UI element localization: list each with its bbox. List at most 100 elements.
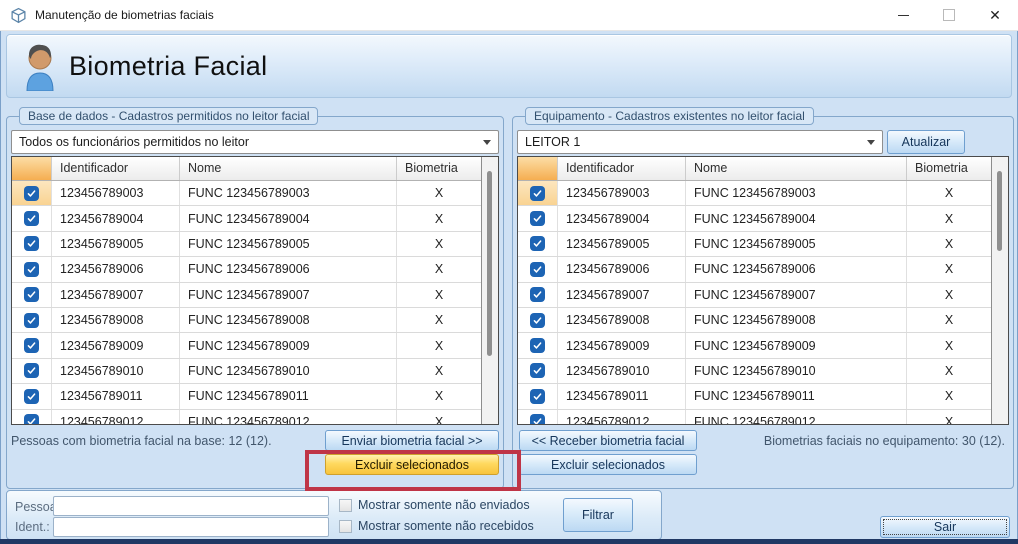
checkbox-checked-icon[interactable] [24, 211, 39, 227]
database-table: Identificador Nome Biometria 12345678900… [11, 156, 499, 425]
table-row[interactable]: 123456789008 FUNC 123456789008 X [518, 307, 991, 334]
refresh-button[interactable]: Atualizar [887, 130, 965, 154]
pessoa-input[interactable] [53, 496, 329, 516]
row-checkbox-cell[interactable] [518, 282, 558, 307]
table-row[interactable]: 123456789012 FUNC 123456789012 X [518, 409, 991, 424]
chevron-down-icon[interactable] [483, 139, 491, 145]
exit-button[interactable]: Sair [880, 516, 1010, 538]
table-row[interactable]: 123456789007 FUNC 123456789007 X [12, 282, 481, 308]
checkbox-checked-icon[interactable] [24, 185, 39, 201]
table-row[interactable]: 123456789005 FUNC 123456789005 X [518, 231, 991, 258]
checkbox-unchecked-icon[interactable] [339, 519, 352, 533]
table-row[interactable]: 123456789010 FUNC 123456789010 X [518, 358, 991, 385]
table-body: 123456789003 FUNC 123456789003 X 1234567… [518, 181, 991, 424]
checkbox-checked-icon[interactable] [530, 388, 545, 404]
checkbox-checked-icon[interactable] [530, 338, 545, 354]
checkbox-checked-icon[interactable] [530, 363, 545, 379]
row-checkbox-cell[interactable] [518, 384, 558, 409]
checkbox-unchecked-icon[interactable] [339, 498, 352, 512]
row-checkbox-cell[interactable] [12, 384, 52, 409]
table-row[interactable]: 123456789006 FUNC 123456789006 X [12, 257, 481, 283]
row-checkbox-cell[interactable] [518, 307, 558, 333]
show-not-sent-checkbox-row[interactable]: Mostrar somente não enviados [339, 498, 530, 512]
row-checkbox-cell[interactable] [12, 307, 52, 333]
table-row[interactable]: 123456789007 FUNC 123456789007 X [518, 282, 991, 308]
row-checkbox-cell[interactable] [12, 333, 52, 358]
vertical-scrollbar[interactable] [991, 157, 1008, 424]
checkbox-checked-icon[interactable] [530, 287, 545, 303]
maximize-button[interactable] [926, 0, 972, 30]
column-identificador[interactable]: Identificador [52, 157, 180, 180]
scrollbar-thumb[interactable] [997, 171, 1002, 251]
checkbox-checked-icon[interactable] [530, 236, 545, 252]
table-row[interactable]: 123456789006 FUNC 123456789006 X [518, 257, 991, 283]
checkbox-checked-icon[interactable] [24, 338, 39, 354]
column-biometria[interactable]: Biometria [907, 157, 991, 180]
row-checkbox-cell[interactable] [518, 257, 558, 282]
checkbox-checked-icon[interactable] [24, 261, 39, 277]
scrollbar-thumb[interactable] [487, 171, 492, 356]
checkbox-checked-icon[interactable] [24, 236, 39, 252]
delete-selected-database-button[interactable]: Excluir selecionados [325, 454, 499, 475]
select-all-header-cell[interactable] [12, 157, 52, 180]
checkbox-checked-icon[interactable] [24, 312, 39, 328]
row-checkbox-cell[interactable] [12, 409, 52, 424]
row-checkbox-cell[interactable] [12, 206, 52, 231]
ident-input[interactable] [53, 517, 329, 537]
employee-filter-dropdown[interactable]: Todos os funcionários permitidos no leit… [11, 130, 499, 154]
checkbox-checked-icon[interactable] [530, 414, 545, 424]
filter-button[interactable]: Filtrar [563, 498, 633, 532]
delete-selected-database-label: Excluir selecionados [355, 457, 469, 472]
row-checkbox-cell[interactable] [518, 206, 558, 231]
vertical-scrollbar[interactable] [481, 157, 498, 424]
checkbox-checked-icon[interactable] [530, 261, 545, 277]
row-checkbox-cell[interactable] [518, 409, 558, 424]
column-biometria[interactable]: Biometria [397, 157, 481, 180]
row-checkbox-cell[interactable] [12, 358, 52, 384]
table-row[interactable]: 123456789008 FUNC 123456789008 X [12, 307, 481, 334]
reader-dropdown[interactable]: LEITOR 1 [517, 130, 883, 154]
cell-biometria: X [944, 211, 954, 226]
show-not-received-label: Mostrar somente não recebidos [358, 519, 534, 533]
table-row[interactable]: 123456789004 FUNC 123456789004 X [12, 206, 481, 232]
table-row[interactable]: 123456789012 FUNC 123456789012 X [12, 409, 481, 424]
close-button[interactable]: ✕ [972, 0, 1018, 30]
table-row[interactable]: 123456789009 FUNC 123456789009 X [12, 333, 481, 359]
row-checkbox-cell[interactable] [12, 181, 52, 206]
table-row[interactable]: 123456789004 FUNC 123456789004 X [518, 206, 991, 232]
row-checkbox-cell[interactable] [12, 231, 52, 257]
delete-selected-equipment-button[interactable]: Excluir selecionados [519, 454, 697, 475]
chevron-down-icon[interactable] [867, 139, 875, 145]
employee-filter-value: Todos os funcionários permitidos no leit… [19, 135, 249, 149]
checkbox-checked-icon[interactable] [530, 211, 545, 227]
table-row[interactable]: 123456789009 FUNC 123456789009 X [518, 333, 991, 359]
checkbox-checked-icon[interactable] [530, 312, 545, 328]
table-row[interactable]: 123456789010 FUNC 123456789010 X [12, 358, 481, 385]
user-icon [26, 44, 54, 91]
checkbox-checked-icon[interactable] [24, 287, 39, 303]
select-all-header-cell[interactable] [518, 157, 558, 180]
row-checkbox-cell[interactable] [518, 231, 558, 257]
checkbox-checked-icon[interactable] [24, 388, 39, 404]
table-row[interactable]: 123456789003 FUNC 123456789003 X [12, 181, 481, 207]
minimize-button[interactable] [880, 0, 926, 30]
checkbox-checked-icon[interactable] [530, 185, 545, 201]
table-row[interactable]: 123456789011 FUNC 123456789011 X [518, 384, 991, 410]
checkbox-checked-icon[interactable] [24, 363, 39, 379]
column-nome[interactable]: Nome [180, 157, 397, 180]
row-checkbox-cell[interactable] [518, 358, 558, 384]
row-checkbox-cell[interactable] [12, 282, 52, 307]
row-checkbox-cell[interactable] [12, 257, 52, 282]
table-row[interactable]: 123456789003 FUNC 123456789003 X [518, 181, 991, 207]
row-checkbox-cell[interactable] [518, 333, 558, 358]
database-summary: Pessoas com biometria facial na base: 12… [11, 434, 272, 448]
table-row[interactable]: 123456789005 FUNC 123456789005 X [12, 231, 481, 258]
table-row[interactable]: 123456789011 FUNC 123456789011 X [12, 384, 481, 410]
row-checkbox-cell[interactable] [518, 181, 558, 206]
show-not-received-checkbox-row[interactable]: Mostrar somente não recebidos [339, 519, 534, 533]
column-identificador[interactable]: Identificador [558, 157, 686, 180]
column-nome[interactable]: Nome [686, 157, 907, 180]
send-biometry-button[interactable]: Enviar biometria facial >> [325, 430, 499, 451]
receive-biometry-button[interactable]: << Receber biometria facial [519, 430, 697, 451]
checkbox-checked-icon[interactable] [24, 414, 39, 424]
